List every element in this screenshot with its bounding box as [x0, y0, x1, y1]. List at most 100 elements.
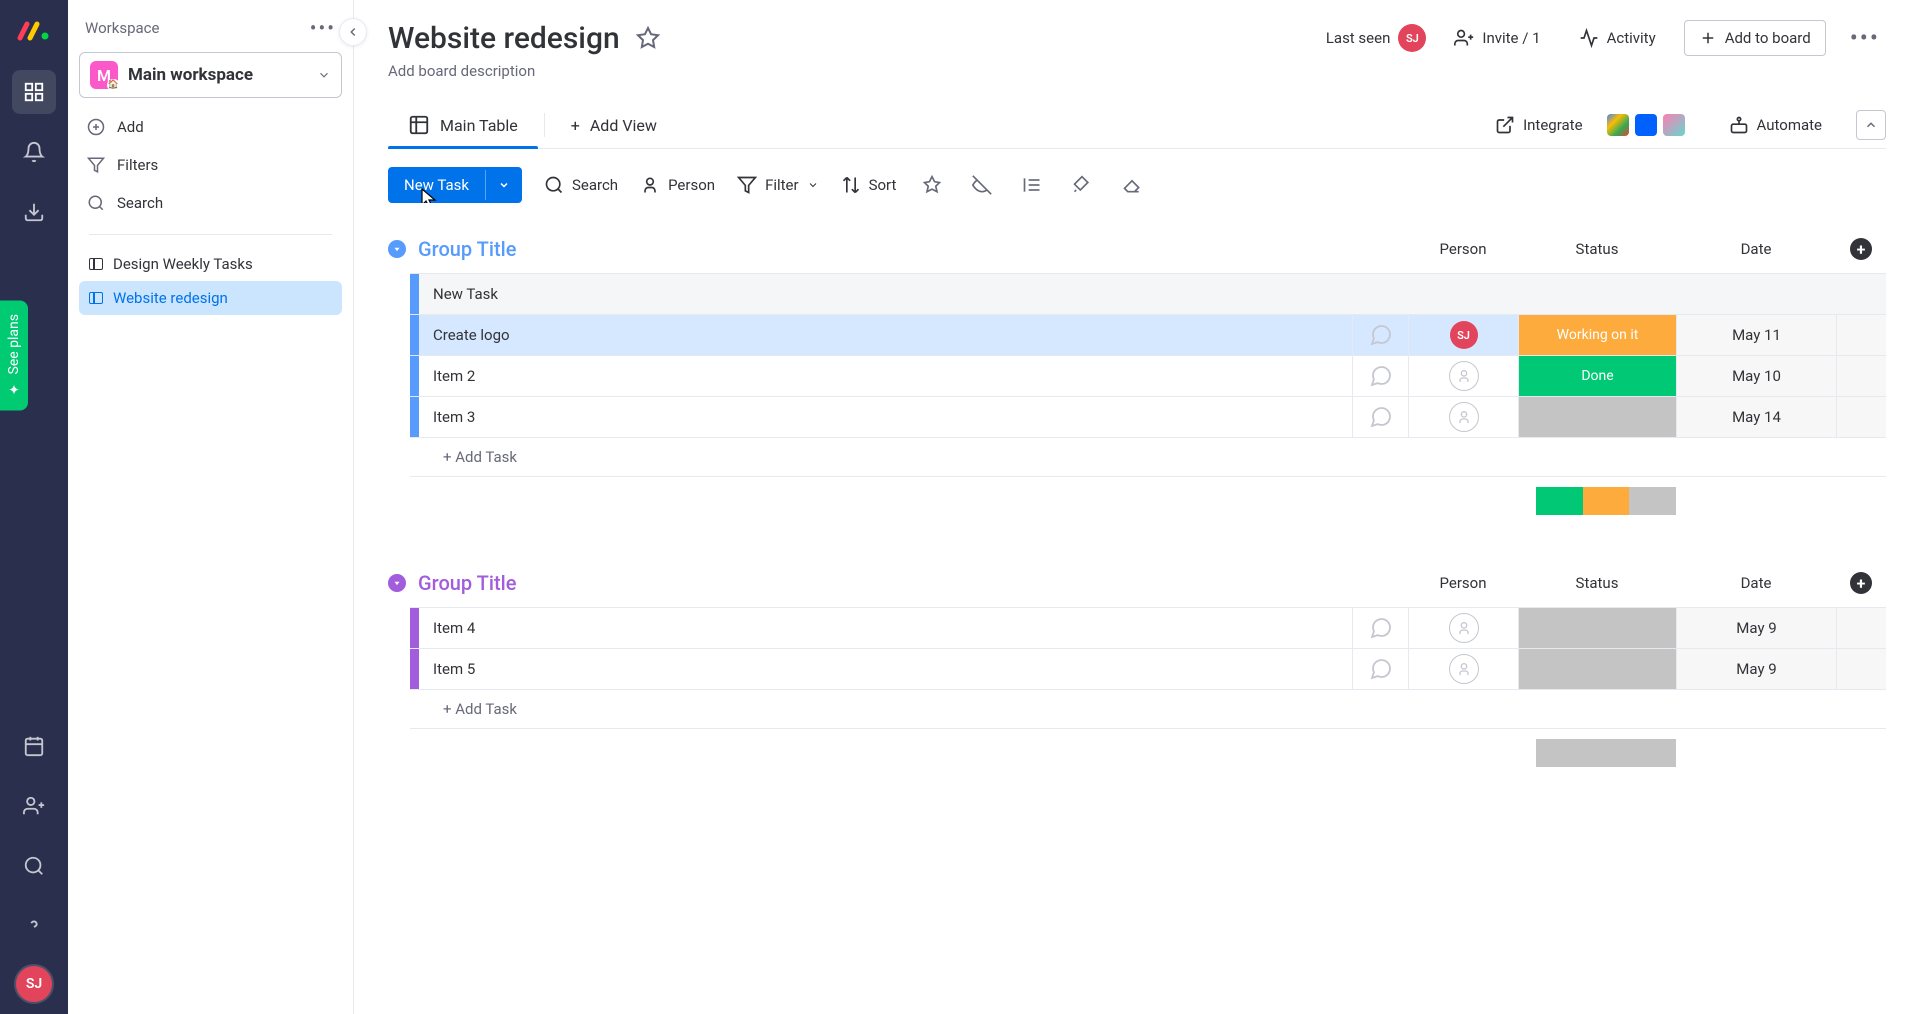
color-icon[interactable]	[1068, 171, 1096, 199]
sidebar-search[interactable]: Search	[79, 184, 342, 222]
row-chat-icon[interactable]	[1352, 397, 1408, 437]
toolbar-sort[interactable]: Sort	[841, 175, 897, 195]
rail-calendar-icon[interactable]	[12, 724, 56, 768]
new-task-button[interactable]: New Task	[388, 167, 522, 203]
column-header-person[interactable]: Person	[1408, 240, 1518, 258]
rail-avatar[interactable]: SJ	[14, 964, 54, 1004]
row-date-cell[interactable]: May 9	[1676, 608, 1836, 648]
row-name-cell[interactable]: Item 2	[419, 356, 1352, 396]
table-row[interactable]: Item 5 May 9	[410, 648, 1886, 689]
group-title[interactable]: Group Title	[418, 237, 516, 261]
row-person-cell[interactable]	[1408, 397, 1518, 437]
sidebar-board-design-weekly[interactable]: Design Weekly Tasks	[79, 247, 342, 281]
row-name-cell[interactable]: Item 3	[419, 397, 1352, 437]
add-column-button[interactable]: +	[1850, 572, 1872, 594]
person-empty-icon[interactable]	[1449, 361, 1479, 391]
row-name-cell[interactable]: New Task	[419, 274, 1886, 314]
table-row[interactable]: Item 2 Done May 10	[410, 355, 1886, 396]
row-status-cell[interactable]: Working on it	[1518, 315, 1676, 355]
invite-button[interactable]: Invite / 1	[1444, 22, 1550, 54]
toolbar-person[interactable]: Person	[640, 175, 715, 195]
add-column-button[interactable]: +	[1850, 238, 1872, 260]
row-status-cell[interactable]	[1518, 608, 1676, 648]
tab-add-view[interactable]: + Add View	[551, 104, 677, 147]
new-task-dropdown[interactable]	[485, 170, 522, 200]
add-to-board-button[interactable]: Add to board	[1684, 20, 1826, 56]
see-plans-tab[interactable]: ✦See plans	[0, 300, 28, 410]
row-chat-icon[interactable]	[1352, 356, 1408, 396]
gdrive-icon[interactable]	[1607, 114, 1629, 136]
main-area: Website redesign Last seen SJ Invite / 1…	[354, 0, 1920, 1014]
row-chat-icon[interactable]	[1352, 608, 1408, 648]
row-name-cell[interactable]: Create logo	[419, 315, 1352, 355]
star-icon[interactable]	[636, 26, 660, 50]
person-empty-icon[interactable]	[1449, 613, 1479, 643]
collapse-views-button[interactable]	[1856, 110, 1886, 140]
row-date-cell[interactable]: May 9	[1676, 649, 1836, 689]
row-chat-icon[interactable]	[1352, 315, 1408, 355]
height-icon[interactable]	[1018, 171, 1046, 199]
column-header-person[interactable]: Person	[1408, 574, 1518, 592]
sidebar-add[interactable]: Add	[79, 108, 342, 146]
row-person-cell[interactable]: SJ	[1408, 315, 1518, 355]
last-seen[interactable]: Last seen SJ	[1326, 24, 1427, 52]
rail-invite-icon[interactable]	[12, 784, 56, 828]
pin-icon[interactable]	[918, 171, 946, 199]
invite-icon	[1454, 28, 1474, 48]
sidebar-filters[interactable]: Filters	[79, 146, 342, 184]
sidebar-board-website-redesign[interactable]: Website redesign	[79, 281, 342, 315]
row-name-cell[interactable]: Item 4	[419, 608, 1352, 648]
group-title[interactable]: Group Title	[418, 571, 516, 595]
board-menu-icon[interactable]: •••	[1844, 24, 1886, 52]
rail-work-icon[interactable]	[12, 70, 56, 114]
column-header-date[interactable]: Date	[1676, 240, 1836, 258]
row-person-cell[interactable]	[1408, 356, 1518, 396]
group-collapse-toggle[interactable]	[388, 574, 406, 592]
app-icon[interactable]	[1663, 114, 1685, 136]
row-status-cell[interactable]	[1518, 397, 1676, 437]
tab-main-table[interactable]: Main Table	[388, 102, 538, 148]
activity-button[interactable]: Activity	[1569, 22, 1666, 54]
group-collapse-toggle[interactable]	[388, 240, 406, 258]
rail-inbox-icon[interactable]	[12, 190, 56, 234]
column-header-status[interactable]: Status	[1518, 240, 1676, 258]
collapse-sidebar-button[interactable]	[339, 18, 367, 46]
toolbar-filter[interactable]: Filter	[737, 175, 819, 195]
rail-search-icon[interactable]	[12, 844, 56, 888]
rail-help-icon[interactable]	[12, 904, 56, 948]
hide-icon[interactable]	[968, 171, 996, 199]
row-color-bar	[410, 397, 419, 437]
row-name-cell[interactable]: Item 5	[419, 649, 1352, 689]
table-row[interactable]: New Task	[410, 273, 1886, 314]
table-row[interactable]: Item 3 May 14	[410, 396, 1886, 437]
row-status-cell[interactable]	[1518, 649, 1676, 689]
row-end-cell	[1836, 315, 1886, 355]
workspace-selector[interactable]: M Main workspace	[79, 52, 342, 98]
sidebar-menu-icon[interactable]: •••	[310, 16, 336, 40]
person-empty-icon[interactable]	[1449, 402, 1479, 432]
row-status-cell[interactable]: Done	[1518, 356, 1676, 396]
board-description[interactable]: Add board description	[388, 62, 1886, 80]
person-empty-icon[interactable]	[1449, 654, 1479, 684]
board-title[interactable]: Website redesign	[388, 21, 620, 56]
row-person-cell[interactable]	[1408, 649, 1518, 689]
row-person-cell[interactable]	[1408, 608, 1518, 648]
eraser-icon[interactable]	[1118, 171, 1146, 199]
row-chat-icon[interactable]	[1352, 649, 1408, 689]
person-avatar[interactable]: SJ	[1450, 321, 1478, 349]
add-task-button[interactable]: + Add Task	[419, 700, 517, 718]
row-date-cell[interactable]: May 14	[1676, 397, 1836, 437]
column-header-date[interactable]: Date	[1676, 574, 1836, 592]
table-row[interactable]: Create logo SJ Working on it May 11	[410, 314, 1886, 355]
toolbar-search[interactable]: Search	[544, 175, 618, 195]
integrate-button[interactable]: Integrate	[1485, 109, 1592, 141]
add-task-button[interactable]: + Add Task	[419, 448, 517, 466]
automate-button[interactable]: Automate	[1719, 109, 1832, 141]
column-header-status[interactable]: Status	[1518, 574, 1676, 592]
activity-label: Activity	[1607, 29, 1656, 47]
table-row[interactable]: Item 4 May 9	[410, 607, 1886, 648]
row-date-cell[interactable]: May 10	[1676, 356, 1836, 396]
dropbox-icon[interactable]	[1635, 114, 1657, 136]
row-date-cell[interactable]: May 11	[1676, 315, 1836, 355]
rail-notifications-icon[interactable]	[12, 130, 56, 174]
